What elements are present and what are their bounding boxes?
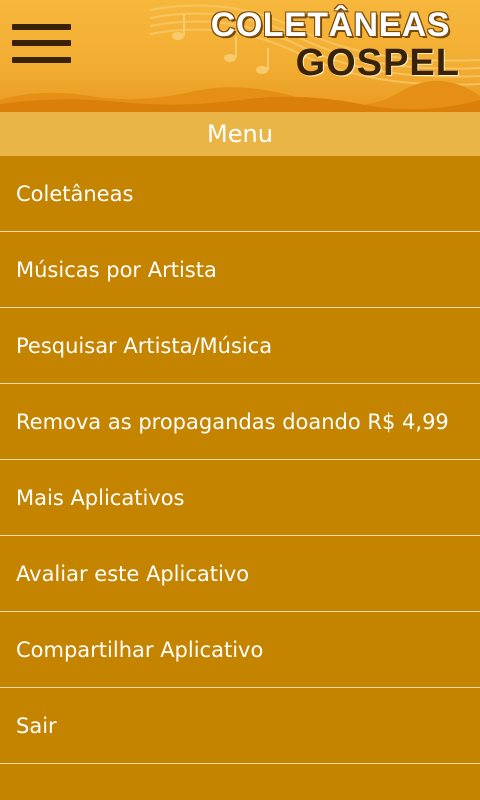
- menu-item-exit[interactable]: Sair: [0, 688, 480, 764]
- menu-item-share-app[interactable]: Compartilhar Aplicativo: [0, 612, 480, 688]
- app-logo-title: COLETÂNEAS: [210, 6, 450, 44]
- menu-item-rate-app[interactable]: Avaliar este Aplicativo: [0, 536, 480, 612]
- menu-item-label: Mais Aplicativos: [16, 485, 185, 510]
- menu-icon-bar: [12, 40, 71, 46]
- menu-item-label: Coletâneas: [16, 181, 134, 206]
- app-logo-subtitle: GOSPEL: [295, 42, 460, 84]
- menu-list: Coletâneas Músicas por Artista Pesquisar…: [0, 156, 480, 764]
- menu-icon-bar: [12, 57, 71, 63]
- menu-item-label: Sair: [16, 713, 57, 738]
- menu-title-bar: Menu: [0, 112, 480, 156]
- menu-item-label: Músicas por Artista: [16, 257, 217, 282]
- menu-item-label: Remova as propagandas doando R$ 4,99: [16, 409, 449, 434]
- menu-item-label: Compartilhar Aplicativo: [16, 637, 264, 662]
- menu-item-coletaneas[interactable]: Coletâneas: [0, 156, 480, 232]
- menu-icon[interactable]: [12, 24, 72, 66]
- menu-icon-bar: [12, 24, 71, 30]
- menu-item-label: Pesquisar Artista/Música: [16, 333, 273, 358]
- menu-item-musicas-por-artista[interactable]: Músicas por Artista: [0, 232, 480, 308]
- menu-item-more-apps[interactable]: Mais Aplicativos: [0, 460, 480, 536]
- menu-item-label: Avaliar este Aplicativo: [16, 561, 250, 586]
- app-header: COLETÂNEAS GOSPEL: [0, 0, 480, 112]
- menu-item-pesquisar[interactable]: Pesquisar Artista/Música: [0, 308, 480, 384]
- menu-item-remove-ads[interactable]: Remova as propagandas doando R$ 4,99: [0, 384, 480, 460]
- menu-title: Menu: [207, 120, 273, 148]
